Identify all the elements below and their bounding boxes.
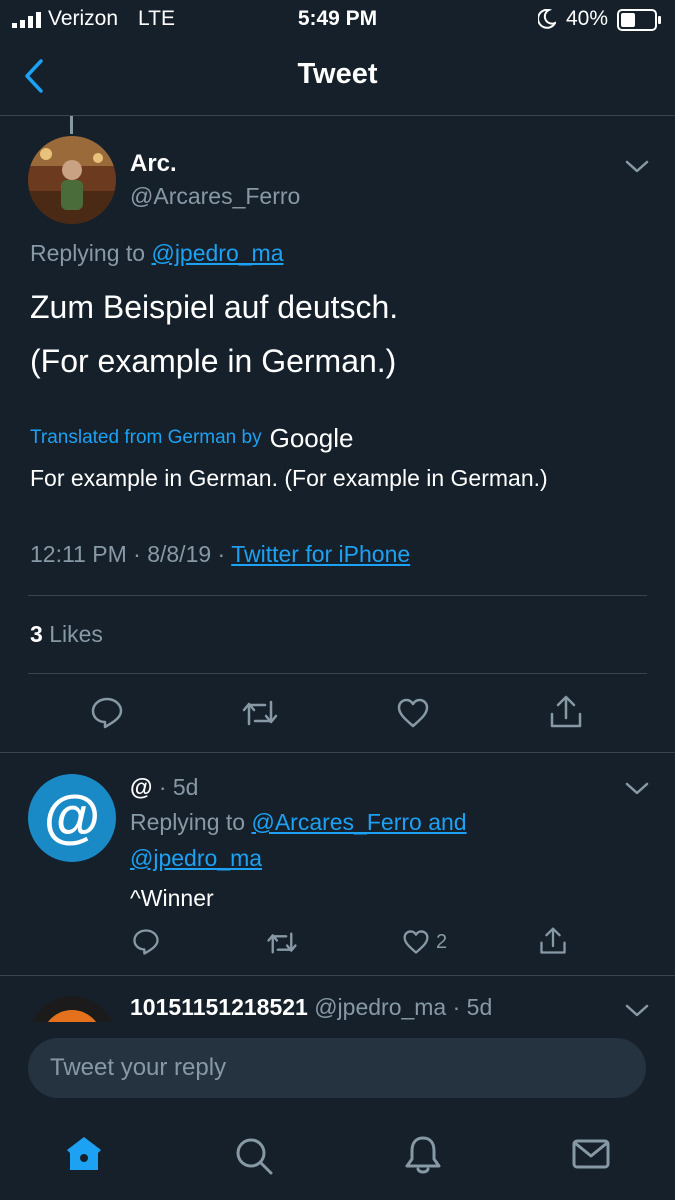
- meta-separator: ·: [133, 541, 141, 567]
- tweet-source-link[interactable]: Twitter for iPhone: [231, 541, 410, 567]
- reply-handle-age: @jpedro_ma · 5d: [314, 994, 493, 1020]
- reply-share-button[interactable]: [539, 926, 567, 956]
- reply-header: 10151151218521 @jpedro_ma · 5d: [130, 994, 492, 1021]
- tab-notifications[interactable]: [404, 1134, 442, 1176]
- likes-label: Likes: [49, 621, 103, 647]
- reply-author-name[interactable]: 10151151218521: [130, 994, 308, 1020]
- page-title: Tweet: [297, 58, 378, 90]
- likes-summary[interactable]: 3 Likes: [30, 621, 103, 648]
- like-button[interactable]: [396, 697, 430, 729]
- author-name[interactable]: Arc.: [130, 150, 177, 178]
- reply-input[interactable]: Tweet your reply: [28, 1038, 646, 1098]
- tweet-text-line: Zum Beispiel auf deutsch.: [30, 289, 399, 325]
- tab-bar: [0, 1112, 675, 1200]
- bell-icon: [404, 1134, 442, 1176]
- meta-separator: ·: [217, 541, 226, 567]
- avatar-glyph: @: [44, 784, 101, 849]
- meta-divider: [28, 595, 647, 596]
- home-icon: [64, 1134, 104, 1174]
- translated-from: Translated from German by: [30, 427, 262, 448]
- tab-search[interactable]: [234, 1136, 274, 1176]
- reply-like-button[interactable]: 2: [402, 929, 447, 955]
- battery-icon: [617, 9, 663, 31]
- translation-label: Translated from German by Google: [30, 422, 353, 454]
- reply-avatar[interactable]: @: [28, 774, 116, 862]
- retweet-icon: [241, 698, 279, 728]
- share-icon: [549, 694, 583, 730]
- replying-to-link[interactable]: @jpedro_ma: [130, 845, 262, 871]
- status-bar: Verizon LTE 5:49 PM 40%: [0, 0, 675, 40]
- search-icon: [234, 1136, 274, 1176]
- reply-button[interactable]: [90, 696, 124, 730]
- reply-age: · 5d: [158, 774, 199, 800]
- replying-to: Replying to @jpedro_ma: [30, 240, 284, 267]
- replying-prefix: Replying to: [130, 809, 246, 835]
- battery-percent: 40%: [566, 7, 609, 30]
- tweet-text-line: (For example in German.): [30, 343, 397, 379]
- reply-icon: [90, 696, 124, 730]
- reply-text: ^Winner: [130, 885, 214, 911]
- replying-to-link[interactable]: @jpedro_ma: [151, 240, 283, 266]
- author-handle[interactable]: @Arcares_Ferro: [130, 183, 300, 210]
- replying-prefix: Replying to: [30, 240, 146, 266]
- tweet-text: Zum Beispiel auf deutsch. (For example i…: [30, 280, 398, 388]
- chevron-down-icon: [624, 158, 650, 176]
- likes-count: 3: [30, 621, 43, 647]
- reply-retweet-button[interactable]: [266, 930, 298, 956]
- reply-icon: [132, 928, 160, 956]
- nav-divider: [0, 115, 675, 116]
- heart-icon: [402, 929, 430, 955]
- tweet-meta: 12:11 PM · 8/8/19 · Twitter for iPhone: [30, 541, 410, 568]
- tab-messages[interactable]: [572, 1138, 610, 1170]
- chevron-down-icon: [624, 1002, 650, 1020]
- tweet-time: 12:11 PM: [30, 541, 127, 567]
- heart-icon: [396, 697, 430, 729]
- tweet-menu-button[interactable]: [624, 158, 650, 176]
- reply-item-partial: 10151151218521 @jpedro_ma · 5d: [0, 976, 675, 1022]
- avatar[interactable]: [28, 136, 116, 224]
- tweet-date: 8/8/19: [147, 541, 212, 567]
- retweet-button[interactable]: [241, 698, 279, 728]
- share-button[interactable]: [549, 694, 583, 730]
- google-logo: Google: [269, 422, 354, 453]
- reply-reply-button[interactable]: [132, 928, 160, 956]
- chevron-down-icon: [624, 780, 650, 798]
- likes-divider: [28, 673, 647, 674]
- retweet-icon: [266, 930, 298, 956]
- mail-icon: [572, 1138, 610, 1170]
- reply-avatar[interactable]: [28, 996, 116, 1022]
- reply-menu-button[interactable]: [624, 780, 650, 798]
- actions-divider: [0, 752, 675, 753]
- reply-header: @ · 5d: [130, 774, 198, 801]
- like-count: 2: [436, 930, 448, 953]
- reply-replying-to: Replying to @Arcares_Ferro and @jpedro_m…: [130, 804, 467, 876]
- thread-line: [70, 116, 73, 134]
- share-icon: [539, 926, 567, 956]
- replying-to-link[interactable]: @Arcares_Ferro and: [251, 809, 466, 835]
- moon-icon: [538, 9, 556, 29]
- reply-author-name[interactable]: @: [130, 774, 152, 800]
- tab-home[interactable]: [64, 1134, 104, 1174]
- translation-text: For example in German. (For example in G…: [30, 465, 548, 491]
- reply-menu-button[interactable]: [624, 1002, 650, 1020]
